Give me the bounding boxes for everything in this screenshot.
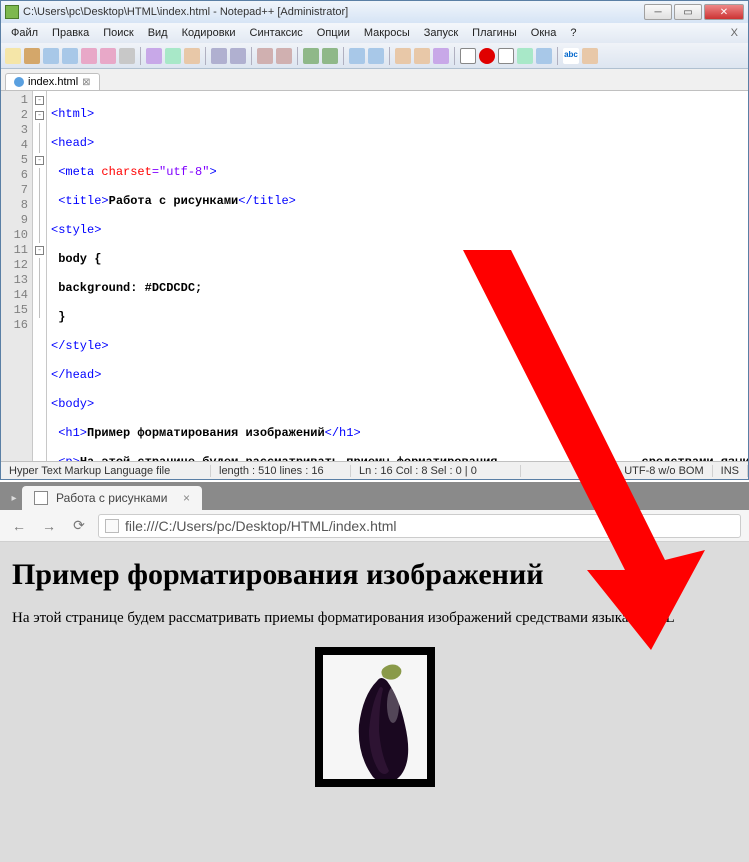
tab-saved-dot-icon xyxy=(14,77,24,87)
status-encoding: UTF-8 w/o BOM xyxy=(616,465,712,477)
url-input[interactable]: file:///C:/Users/pc/Desktop/HTML/index.h… xyxy=(98,514,741,538)
tb-separator xyxy=(389,47,390,65)
tb-separator xyxy=(557,47,558,65)
menu-run[interactable]: Запуск xyxy=(418,25,464,41)
tab-close-icon[interactable]: × xyxy=(183,491,190,505)
forward-button[interactable]: → xyxy=(38,515,60,537)
npp-title: C:\Users\pc\Desktop\HTML\index.html - No… xyxy=(23,6,644,18)
notepad-plus-plus-window: C:\Users\pc\Desktop\HTML\index.html - No… xyxy=(0,0,749,480)
fold-gutter: - - - - xyxy=(33,91,47,461)
favicon-icon xyxy=(34,491,48,505)
page-icon xyxy=(105,519,119,533)
tb-stop-icon[interactable] xyxy=(479,48,495,64)
npp-file-tab[interactable]: index.html ⊠ xyxy=(5,73,100,90)
line-numbers-gutter: 1234 5678 9101112 13141516 xyxy=(1,91,33,461)
tb-redo-icon[interactable] xyxy=(230,48,246,64)
menu-file[interactable]: Файл xyxy=(5,25,44,41)
url-text: file:///C:/Users/pc/Desktop/HTML/index.h… xyxy=(125,518,397,534)
page-h1: Пример форматирования изображений xyxy=(12,558,737,592)
tb-record-icon[interactable] xyxy=(460,48,476,64)
tb-savemacro-icon[interactable] xyxy=(536,48,552,64)
close-button[interactable]: ✕ xyxy=(704,4,744,20)
status-mode: INS xyxy=(713,465,748,477)
tb-zoomout-icon[interactable] xyxy=(322,48,338,64)
tb-showall-icon[interactable] xyxy=(395,48,411,64)
npp-toolbar: abc xyxy=(1,43,748,69)
tb-separator xyxy=(454,47,455,65)
tb-wrap-icon[interactable] xyxy=(368,48,384,64)
page-paragraph: На этой странице будем рассматривать при… xyxy=(12,610,737,627)
browser-tabstrip: ▸ Работа с рисунками × xyxy=(0,482,749,510)
browser-tab-title: Работа с рисунками xyxy=(56,491,167,505)
menu-options[interactable]: Опции xyxy=(311,25,356,41)
tb-open-icon[interactable] xyxy=(24,48,40,64)
tb-closeall-icon[interactable] xyxy=(100,48,116,64)
chrome-browser-window: ▸ Работа с рисунками × ← → ⟳ file:///C:/… xyxy=(0,482,749,862)
menubar-close-icon[interactable]: X xyxy=(725,27,744,39)
tb-saveall-icon[interactable] xyxy=(62,48,78,64)
tab-filename: index.html xyxy=(28,76,78,88)
maximize-button[interactable]: ▭ xyxy=(674,4,702,20)
npp-editor[interactable]: 1234 5678 9101112 13141516 - - - - <html… xyxy=(1,91,748,461)
tb-undo-icon[interactable] xyxy=(211,48,227,64)
status-position: Ln : 16 Col : 8 Sel : 0 | 0 xyxy=(351,465,521,477)
tb-separator xyxy=(205,47,206,65)
menu-encoding[interactable]: Кодировки xyxy=(176,25,242,41)
tb-sync-icon[interactable] xyxy=(349,48,365,64)
menu-syntax[interactable]: Синтаксис xyxy=(244,25,309,41)
tb-play-icon[interactable] xyxy=(498,48,514,64)
npp-tabstrip: index.html ⊠ xyxy=(1,69,748,91)
tb-print-icon[interactable] xyxy=(119,48,135,64)
tb-folder-icon[interactable] xyxy=(433,48,449,64)
rendered-page: Пример форматирования изображений На это… xyxy=(0,542,749,862)
npp-statusbar: Hyper Text Markup Language file length :… xyxy=(1,461,748,479)
tb-find-icon[interactable] xyxy=(257,48,273,64)
npp-titlebar[interactable]: C:\Users\pc\Desktop\HTML\index.html - No… xyxy=(1,1,748,23)
tb-doclist-icon[interactable] xyxy=(582,48,598,64)
tb-separator xyxy=(140,47,141,65)
tab-overflow-icon[interactable]: ▸ xyxy=(6,486,22,510)
tb-playmulti-icon[interactable] xyxy=(517,48,533,64)
menu-windows[interactable]: Окна xyxy=(525,25,563,41)
browser-tab[interactable]: Работа с рисунками × xyxy=(22,486,202,510)
tb-zoomin-icon[interactable] xyxy=(303,48,319,64)
menu-macros[interactable]: Макросы xyxy=(358,25,416,41)
tb-indent-icon[interactable] xyxy=(414,48,430,64)
menu-help[interactable]: ? xyxy=(564,25,582,41)
menu-search[interactable]: Поиск xyxy=(97,25,139,41)
tb-cut-icon[interactable] xyxy=(146,48,162,64)
tb-separator xyxy=(251,47,252,65)
tb-new-icon[interactable] xyxy=(5,48,21,64)
browser-addressbar: ← → ⟳ file:///C:/Users/pc/Desktop/HTML/i… xyxy=(0,510,749,542)
npp-app-icon xyxy=(5,5,19,19)
menu-view[interactable]: Вид xyxy=(142,25,174,41)
npp-menubar: Файл Правка Поиск Вид Кодировки Синтакси… xyxy=(1,23,748,43)
image-wrapper xyxy=(12,647,737,792)
tb-save-icon[interactable] xyxy=(43,48,59,64)
back-button[interactable]: ← xyxy=(8,515,30,537)
tb-copy-icon[interactable] xyxy=(165,48,181,64)
menu-edit[interactable]: Правка xyxy=(46,25,95,41)
eggplant-image xyxy=(315,647,435,787)
minimize-button[interactable]: ─ xyxy=(644,4,672,20)
status-os: dows xyxy=(574,465,617,477)
code-area[interactable]: <html> <head> <meta charset="utf-8"> <ti… xyxy=(47,91,748,461)
tb-close-icon[interactable] xyxy=(81,48,97,64)
reload-button[interactable]: ⟳ xyxy=(68,515,90,537)
status-length: length : 510 lines : 16 xyxy=(211,465,351,477)
tb-separator xyxy=(343,47,344,65)
tb-paste-icon[interactable] xyxy=(184,48,200,64)
status-lang: Hyper Text Markup Language file xyxy=(1,465,211,477)
menu-plugins[interactable]: Плагины xyxy=(466,25,523,41)
tb-spellcheck-icon[interactable]: abc xyxy=(563,48,579,64)
tb-separator xyxy=(297,47,298,65)
tab-close-icon[interactable]: ⊠ xyxy=(82,77,90,88)
tb-replace-icon[interactable] xyxy=(276,48,292,64)
